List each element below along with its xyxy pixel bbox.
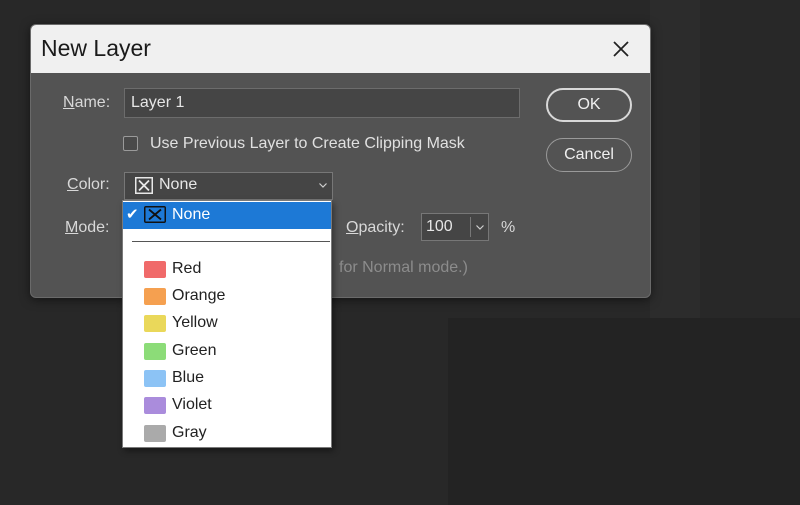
gray-swatch bbox=[144, 425, 166, 442]
chevron-down-icon bbox=[319, 183, 327, 188]
color-select-value: None bbox=[159, 176, 198, 193]
none-swatch-icon bbox=[144, 206, 166, 223]
clipping-mask-checkbox[interactable] bbox=[123, 136, 138, 151]
clipping-mask-label: Use Previous Layer to Create Clipping Ma… bbox=[150, 135, 465, 152]
ok-button[interactable]: OK bbox=[546, 88, 632, 122]
color-dropdown-list: ✔ None Red Orange Yellow Green Blue Viol… bbox=[122, 200, 332, 448]
dropdown-item-label: Violet bbox=[172, 396, 212, 413]
name-label: Name: bbox=[63, 94, 111, 111]
layer-name-input[interactable] bbox=[124, 88, 520, 118]
dropdown-separator bbox=[132, 241, 330, 242]
dropdown-item-orange[interactable]: Orange bbox=[123, 283, 331, 310]
dropdown-item-violet[interactable]: Violet bbox=[123, 392, 331, 419]
red-swatch bbox=[144, 261, 166, 278]
dropdown-item-green[interactable]: Green bbox=[123, 338, 331, 365]
none-swatch-icon bbox=[135, 177, 153, 194]
color-label: Color: bbox=[67, 176, 110, 193]
yellow-swatch bbox=[144, 315, 166, 332]
violet-swatch bbox=[144, 397, 166, 414]
dialog-titlebar: New Layer bbox=[31, 25, 650, 73]
opacity-label: Opacity: bbox=[346, 219, 405, 236]
cancel-button[interactable]: Cancel bbox=[546, 138, 632, 172]
dialog-title: New Layer bbox=[41, 35, 151, 61]
dropdown-item-red[interactable]: Red bbox=[123, 256, 331, 283]
green-swatch bbox=[144, 343, 166, 360]
dropdown-item-gray[interactable]: Gray bbox=[123, 420, 331, 447]
mode-label: Mode: bbox=[65, 219, 110, 236]
opacity-input[interactable]: 100 bbox=[421, 213, 489, 241]
blue-swatch bbox=[144, 370, 166, 387]
orange-swatch bbox=[144, 288, 166, 305]
dropdown-item-label: Gray bbox=[172, 424, 207, 441]
chevron-down-icon[interactable] bbox=[475, 222, 485, 232]
dropdown-item-label: Orange bbox=[172, 287, 226, 304]
dropdown-item-label: Green bbox=[172, 342, 217, 359]
dropdown-item-yellow[interactable]: Yellow bbox=[123, 310, 331, 337]
dropdown-item-label: None bbox=[172, 206, 211, 223]
dropdown-item-none[interactable]: ✔ None bbox=[123, 202, 331, 229]
opacity-unit: % bbox=[501, 219, 516, 236]
dropdown-item-label: Red bbox=[172, 260, 202, 277]
mode-hint-text: for Normal mode.) bbox=[339, 259, 468, 276]
opacity-divider bbox=[470, 217, 471, 237]
close-icon[interactable] bbox=[609, 37, 633, 61]
background-panel-edge bbox=[650, 0, 700, 318]
background-panel bbox=[448, 318, 800, 505]
color-select[interactable]: None bbox=[124, 172, 333, 200]
checkmark-icon: ✔ bbox=[126, 206, 139, 223]
dropdown-item-label: Yellow bbox=[172, 314, 218, 331]
dropdown-item-blue[interactable]: Blue bbox=[123, 365, 331, 392]
dropdown-item-label: Blue bbox=[172, 369, 205, 386]
opacity-value: 100 bbox=[426, 218, 453, 235]
